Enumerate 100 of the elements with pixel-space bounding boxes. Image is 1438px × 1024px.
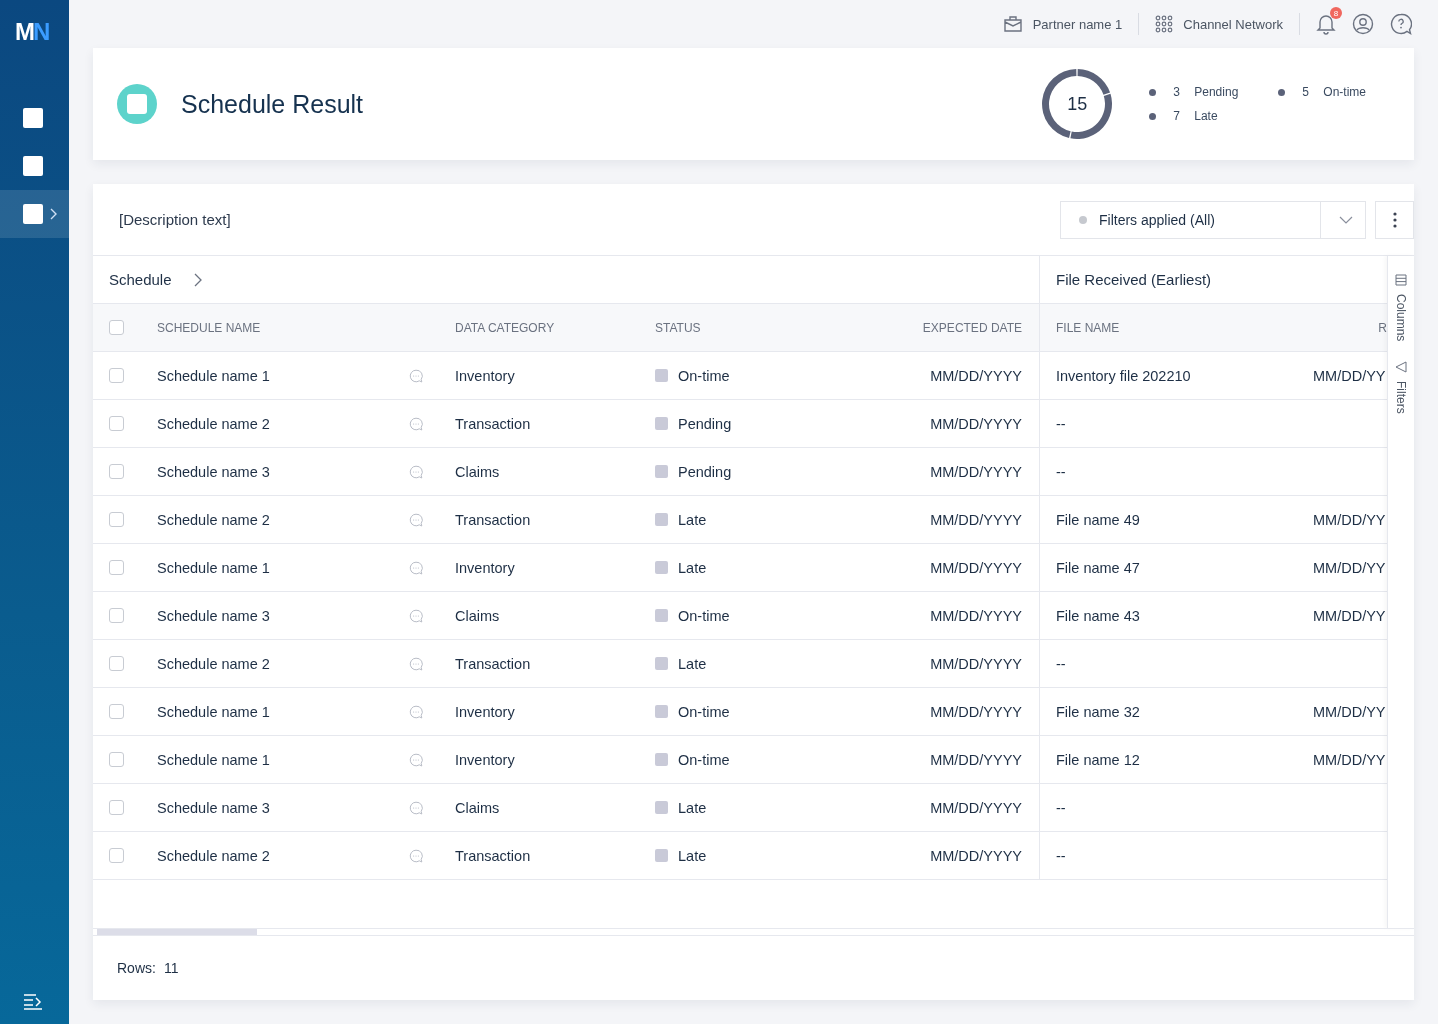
side-panel-tab[interactable]: Columns: [1394, 274, 1408, 342]
status-dot: [1079, 215, 1087, 224]
table-cell: File name 12: [1056, 751, 1140, 768]
row-checkbox[interactable]: [109, 560, 124, 575]
user-icon[interactable]: [1352, 13, 1374, 35]
sidebar-item[interactable]: [0, 190, 69, 238]
table-cell: Schedule name 3: [157, 463, 270, 480]
legend-dot: [1149, 88, 1157, 96]
table-cell: Schedule name 3: [157, 607, 270, 624]
kebab-icon: [1392, 211, 1397, 228]
table-cell: Inventory: [455, 703, 515, 720]
comment-icon[interactable]: [409, 368, 423, 383]
comment-icon[interactable]: [409, 464, 423, 479]
comment-icon[interactable]: [409, 752, 423, 767]
comment-icon[interactable]: [409, 800, 423, 815]
row-checkbox[interactable]: [109, 656, 124, 671]
table-cell: MM/DD/YYYY: [930, 655, 1022, 672]
status-icon: [655, 561, 668, 574]
help-icon[interactable]: [1390, 13, 1412, 35]
row-checkbox[interactable]: [109, 800, 124, 815]
row-checkbox[interactable]: [109, 752, 124, 767]
table-cell: --: [1056, 847, 1066, 864]
status-text: Pending: [678, 463, 732, 480]
table-cell: Transaction: [455, 415, 531, 432]
comment-icon[interactable]: [409, 704, 423, 719]
comment-icon[interactable]: [409, 848, 423, 863]
status-icon: [655, 849, 668, 862]
side-panel-tab[interactable]: Filters: [1394, 361, 1408, 415]
total-count: 15: [1067, 93, 1088, 115]
status-text: Late: [678, 559, 707, 576]
filter-icon: [1395, 361, 1407, 374]
notification-badge: 8: [1330, 7, 1342, 19]
status-text: On-time: [678, 607, 730, 624]
column-header[interactable]: EXPECTED DATE: [922, 320, 1022, 335]
column-header[interactable]: STATUS: [655, 320, 701, 335]
table-cell: MM/DD/YYYY: [930, 751, 1022, 768]
table-cell: MM/DD/YYYY: [930, 559, 1022, 576]
more-button[interactable]: [1375, 200, 1414, 239]
table-cell: MM/DD/YYYY: [930, 463, 1022, 480]
table-cell: Transaction: [455, 847, 531, 864]
status-text: Late: [678, 799, 707, 816]
comment-icon[interactable]: [409, 656, 423, 671]
table-cell: MM/DD/YYYY: [930, 511, 1022, 528]
legend-count: 3: [1173, 85, 1181, 99]
briefcase-icon: [1002, 15, 1023, 33]
filter-dropdown[interactable]: Filters applied (All): [1060, 200, 1366, 239]
column-header[interactable]: SCHEDULE NAME: [157, 320, 261, 335]
table-cell: Claims: [455, 799, 500, 816]
columns-icon: [1395, 274, 1407, 286]
table-cell: MM/DD/YYYY: [930, 607, 1022, 624]
table-cell: Inventory: [455, 367, 515, 384]
table-cell: File name 47: [1056, 559, 1140, 576]
table-cell: Schedule name 2: [157, 511, 270, 528]
status-icon: [655, 513, 668, 526]
column-header[interactable]: DATA CATEGORY: [455, 320, 555, 335]
schedule-icon: [117, 84, 157, 124]
chevron-icon[interactable]: [193, 272, 202, 287]
row-checkbox[interactable]: [109, 416, 124, 431]
row-checkbox[interactable]: [109, 608, 124, 623]
comment-icon[interactable]: [409, 512, 423, 527]
group-header: Schedule: [109, 271, 172, 288]
table-cell: --: [1056, 799, 1066, 816]
menu-expand-icon[interactable]: [23, 994, 43, 1010]
table-cell: --: [1056, 463, 1066, 480]
nav-icon: [23, 204, 43, 224]
logo: MN: [15, 18, 49, 46]
table-cell: Inventory: [455, 559, 515, 576]
scrollbar[interactable]: [97, 929, 257, 935]
table-cell: File name 32: [1056, 703, 1140, 720]
column-header[interactable]: R: [1378, 320, 1387, 335]
row-checkbox[interactable]: [109, 704, 124, 719]
table-cell: Schedule name 1: [157, 367, 270, 384]
row-checkbox[interactable]: [109, 848, 124, 863]
comment-icon[interactable]: [409, 560, 423, 575]
comment-icon[interactable]: [409, 608, 423, 623]
table-cell: MM/DD/YY: [1313, 703, 1386, 720]
row-checkbox[interactable]: [109, 512, 124, 527]
status-icon: [655, 609, 668, 622]
table-cell: Inventory file 202210: [1056, 367, 1191, 384]
table-cell: MM/DD/YY: [1313, 607, 1386, 624]
bell-icon[interactable]: [1316, 13, 1336, 35]
select-all-checkbox[interactable]: [109, 320, 124, 335]
status-text: Pending: [678, 415, 732, 432]
legend-label: Pending: [1194, 85, 1239, 99]
row-checkbox[interactable]: [109, 368, 124, 383]
description-text: [Description text]: [119, 211, 231, 228]
column-header[interactable]: FILE NAME: [1056, 320, 1120, 335]
table-cell: MM/DD/YYYY: [930, 703, 1022, 720]
status-text: Late: [678, 847, 707, 864]
partner-name[interactable]: Partner name 1: [1032, 16, 1123, 32]
network-name[interactable]: Channel Network: [1183, 16, 1283, 32]
row-checkbox[interactable]: [109, 464, 124, 479]
table-cell: Schedule name 2: [157, 655, 270, 672]
table-cell: MM/DD/YY: [1313, 751, 1386, 768]
legend-label: Late: [1194, 109, 1218, 123]
status-icon: [655, 417, 668, 430]
row-count-label: Rows:: [117, 960, 156, 976]
status-text: On-time: [678, 367, 730, 384]
group-header: File Received (Earliest): [1056, 271, 1212, 288]
comment-icon[interactable]: [409, 416, 423, 431]
